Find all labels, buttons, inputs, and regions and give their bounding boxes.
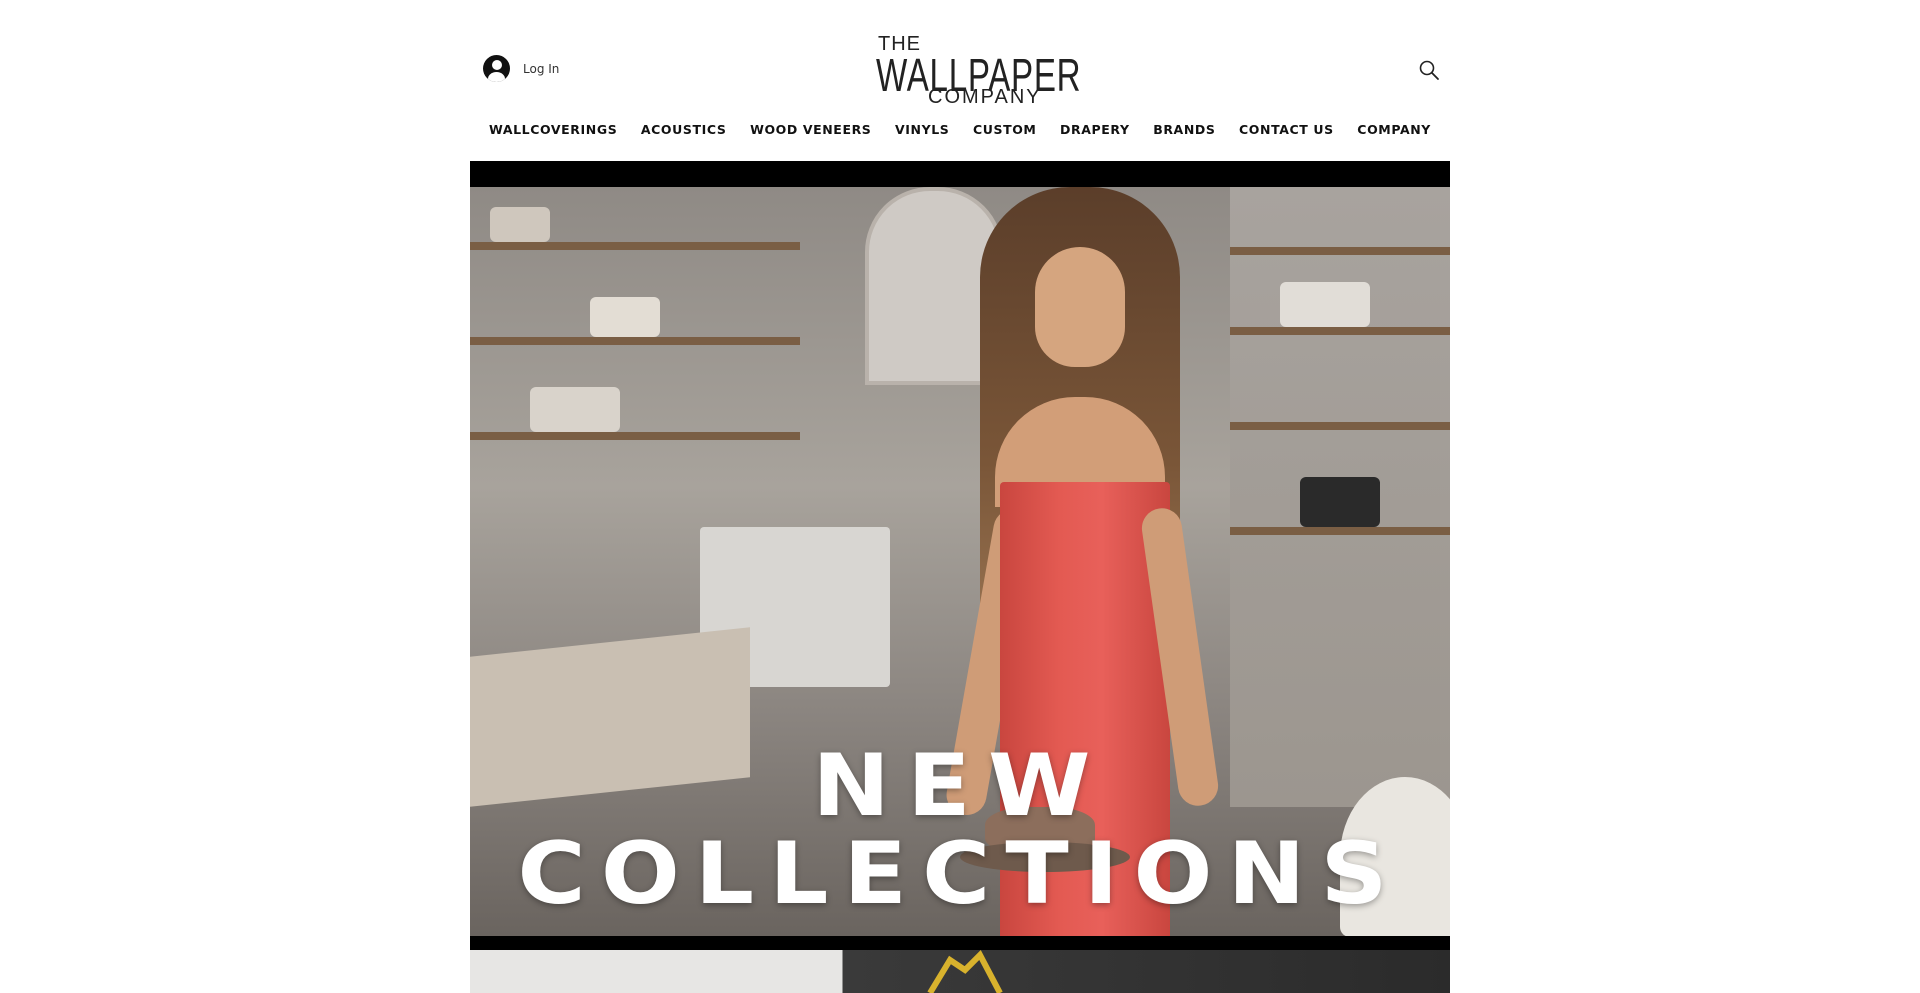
logo-company: COMPANY (928, 86, 1042, 108)
pendant-lamp-image (927, 950, 1003, 993)
nav-item-vinyls[interactable]: VINYLS (895, 122, 949, 137)
studio-pottery (590, 297, 660, 337)
studio-shelf (1230, 247, 1450, 255)
site-logo[interactable]: THE WALLPAPER COMPANY (876, 30, 1081, 110)
nav-item-company[interactable]: COMPANY (1357, 122, 1431, 137)
user-avatar-icon (483, 55, 510, 82)
hero-video[interactable]: NEW COLLECTIONS (470, 161, 1450, 950)
main-nav: WALLCOVERINGS ACOUSTICS WOOD VENEERS VIN… (470, 122, 1450, 137)
potter-face (1035, 247, 1125, 367)
studio-pottery (1300, 477, 1380, 527)
nav-item-drapery[interactable]: DRAPERY (1060, 122, 1130, 137)
page: Log In THE WALLPAPER COMPANY WALLCOVERIN… (0, 0, 1920, 993)
nav-item-acoustics[interactable]: ACOUSTICS (641, 122, 727, 137)
nav-item-custom[interactable]: CUSTOM (973, 122, 1037, 137)
hero-headline-line1: NEW (812, 736, 1108, 836)
login-label: Log In (523, 61, 560, 76)
hero-video-frame: NEW COLLECTIONS (470, 187, 1450, 936)
studio-shelf (470, 337, 800, 345)
site-header: Log In THE WALLPAPER COMPANY WALLCOVERIN… (470, 0, 1450, 160)
studio-shelf (470, 242, 800, 250)
nav-item-wood-veneers[interactable]: WOOD VENEERS (750, 122, 871, 137)
studio-pottery (490, 207, 550, 242)
search-button[interactable] (1418, 59, 1440, 81)
nav-item-contact-us[interactable]: CONTACT US (1239, 122, 1334, 137)
studio-shelf (470, 432, 800, 440)
studio-shelf (1230, 327, 1450, 335)
next-section-preview (470, 950, 1450, 993)
login-button[interactable]: Log In (483, 55, 559, 82)
search-icon (1419, 60, 1439, 80)
nav-item-brands[interactable]: BRANDS (1153, 122, 1215, 137)
hero-headline-line2: COLLECTIONS (517, 824, 1403, 924)
studio-shelf (1230, 422, 1450, 430)
studio-pottery (530, 387, 620, 432)
studio-shelf (1230, 527, 1450, 535)
hero-headline: NEW COLLECTIONS (470, 742, 1450, 918)
nav-item-wallcoverings[interactable]: WALLCOVERINGS (489, 122, 617, 137)
studio-pottery (1280, 282, 1370, 327)
